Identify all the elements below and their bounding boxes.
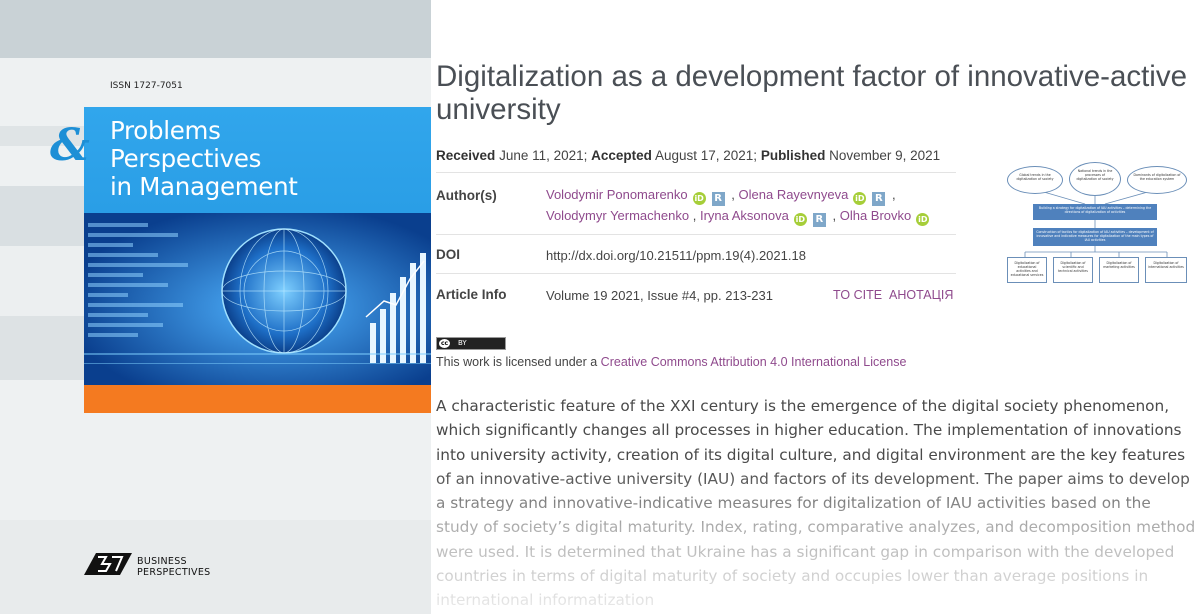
cover-title-line: Problems bbox=[110, 116, 221, 145]
ga-oval: Global trends in the digitalization of s… bbox=[1007, 166, 1063, 194]
journal-cover[interactable]: ISSN 1727-7051 Problems Perspectives in … bbox=[0, 0, 431, 614]
cc-by-license-badge[interactable]: cc BY bbox=[436, 337, 506, 350]
anotatsiya-link[interactable]: АНОТАЦІЯ bbox=[889, 288, 953, 302]
business-perspectives-logo bbox=[84, 553, 132, 575]
ga-activity-box: Digitalization of scientific and technic… bbox=[1053, 257, 1093, 283]
article-dates: Received June 11, 2021; Accepted August … bbox=[436, 148, 940, 163]
article-title: Digitalization as a development factor o… bbox=[436, 60, 1188, 126]
divider bbox=[436, 273, 956, 274]
received-date: June 11, 2021; bbox=[499, 148, 588, 163]
graphical-abstract-figure[interactable]: Global trends in the digitalization of s… bbox=[1005, 160, 1190, 290]
cover-title-area: Problems Perspectives in Management bbox=[84, 107, 431, 213]
published-date: November 9, 2021 bbox=[829, 148, 941, 163]
author-link[interactable]: Olha Brovko bbox=[840, 208, 912, 223]
separator: , bbox=[832, 208, 837, 223]
author-link[interactable]: Iryna Aksonova bbox=[700, 208, 789, 223]
ga-activity-box: Digitalization of educational activities… bbox=[1007, 257, 1047, 283]
cc-icon: cc bbox=[439, 339, 450, 348]
article-info-value: Volume 19 2021, Issue #4, pp. 213-231 bbox=[546, 288, 773, 303]
accepted-label: Accepted bbox=[591, 148, 652, 163]
cover-art-image bbox=[84, 213, 431, 385]
article-info-label: Article Info bbox=[436, 287, 507, 302]
by-label: BY bbox=[458, 339, 467, 347]
abstract-fade-overlay bbox=[431, 470, 1200, 614]
orcid-icon[interactable]: iD bbox=[793, 213, 807, 226]
author-link[interactable]: Olena Rayevnyeva bbox=[739, 187, 849, 202]
orcid-icon[interactable]: iD bbox=[853, 192, 867, 205]
separator: , bbox=[891, 187, 896, 202]
separator: , bbox=[731, 187, 735, 202]
authors-line-1: Volodymir Ponomarenko iD R , Olena Rayevny… bbox=[546, 187, 896, 206]
cover-ampersand: & bbox=[50, 120, 90, 171]
ga-oval: National trends in the processes of digi… bbox=[1069, 162, 1121, 196]
ga-oval: Dominants of digitalization of the educa… bbox=[1127, 166, 1187, 194]
ga-strategy-box: Building a strategy for digitalization o… bbox=[1033, 204, 1157, 220]
ga-activity-box: Digitalization of marketing activities bbox=[1099, 257, 1139, 283]
cover-orange-strip bbox=[84, 385, 431, 413]
ga-tactics-box: Construction of tactics for digitalizati… bbox=[1033, 228, 1157, 246]
accepted-date: August 17, 2021; bbox=[654, 148, 758, 163]
orcid-icon[interactable]: iD bbox=[916, 213, 930, 226]
researchgate-icon[interactable]: R bbox=[812, 213, 826, 227]
divider bbox=[436, 234, 956, 235]
ga-activity-box: Digitalization of international activiti… bbox=[1145, 257, 1187, 283]
author-link[interactable]: Volodymyr Yermachenko bbox=[546, 208, 689, 223]
publisher-name-line: PERSPECTIVES bbox=[137, 567, 211, 578]
publisher-name-line: BUSINESS bbox=[137, 556, 187, 567]
cover-title-line: Perspectives bbox=[110, 144, 262, 173]
cover-issn: ISSN 1727-7051 bbox=[110, 81, 183, 91]
doi-label: DOI bbox=[436, 247, 461, 262]
researchgate-icon[interactable]: R bbox=[872, 192, 886, 206]
researchgate-icon[interactable]: R bbox=[711, 192, 725, 206]
author-link[interactable]: Volodymir Ponomarenko bbox=[546, 187, 688, 202]
authors-line-2: Volodymyr Yermachenko , Iryna Aksonova iD… bbox=[546, 208, 932, 227]
license-prefix: This work is licensed under a bbox=[436, 355, 598, 369]
cover-title-line: in Management bbox=[110, 172, 298, 201]
divider bbox=[436, 172, 956, 173]
doi-value[interactable]: http://dx.doi.org/10.21511/ppm.19(4).202… bbox=[546, 248, 806, 263]
separator: , bbox=[692, 208, 697, 223]
orcid-icon[interactable]: iD bbox=[692, 192, 706, 205]
received-label: Received bbox=[436, 148, 496, 163]
license-text: This work is licensed under a Creative C… bbox=[436, 355, 906, 369]
cover-band bbox=[0, 520, 431, 614]
cover-title-panel: Problems Perspectives in Management bbox=[84, 107, 431, 413]
cover-band bbox=[0, 0, 431, 58]
published-label: Published bbox=[760, 148, 826, 163]
authors-label: Author(s) bbox=[436, 188, 497, 203]
to-cite-link[interactable]: TO CITE bbox=[833, 288, 882, 302]
license-link[interactable]: Creative Commons Attribution 4.0 Interna… bbox=[601, 355, 907, 369]
